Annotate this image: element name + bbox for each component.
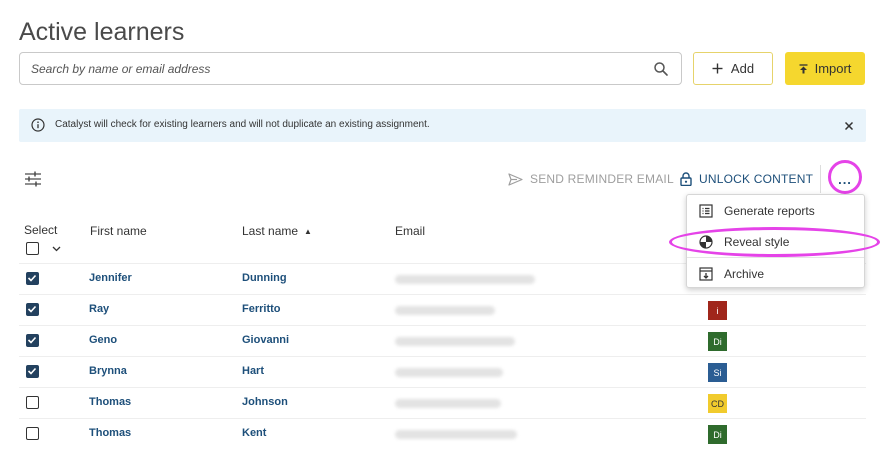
email-redacted xyxy=(395,306,495,315)
select-all-checkbox[interactable] xyxy=(26,242,39,255)
first-name-link[interactable]: Jennifer xyxy=(89,272,132,284)
email-column-header[interactable]: Email xyxy=(395,224,425,238)
page-title: Active learners xyxy=(19,18,185,46)
unlock-content-label: UNLOCK CONTENT xyxy=(699,172,814,186)
first-name-column-header[interactable]: First name xyxy=(90,224,147,238)
row-checkbox[interactable] xyxy=(26,272,39,285)
import-button-label: Import xyxy=(814,61,852,76)
email-redacted xyxy=(395,430,517,439)
info-banner: Catalyst will check for existing learner… xyxy=(19,109,866,142)
menu-item-label: Archive xyxy=(724,266,765,281)
send-reminder-email-button[interactable]: SEND REMINDER EMAIL xyxy=(508,172,674,186)
more-options-highlight xyxy=(828,160,862,194)
email-redacted xyxy=(395,337,515,346)
table-row[interactable]: Brynna Hart Si xyxy=(19,356,866,387)
menu-item-label: Generate reports xyxy=(724,203,815,218)
checkmark-icon xyxy=(27,367,37,375)
last-name-link[interactable]: Kent xyxy=(242,427,266,439)
style-badge: Si xyxy=(708,363,727,382)
search-box[interactable] xyxy=(19,52,682,85)
last-name-link[interactable]: Giovanni xyxy=(242,334,289,346)
chevron-down-icon[interactable] xyxy=(52,244,61,253)
first-name-link[interactable]: Geno xyxy=(89,334,117,346)
toolbar-divider xyxy=(820,165,821,193)
add-button-label: Add xyxy=(730,61,755,76)
add-button[interactable]: Add xyxy=(693,52,773,85)
search-icon[interactable] xyxy=(653,61,669,77)
row-checkbox[interactable] xyxy=(26,303,39,316)
first-name-link[interactable]: Thomas xyxy=(89,396,131,408)
style-badge: CD xyxy=(708,394,727,413)
close-icon[interactable] xyxy=(842,119,856,133)
first-name-link[interactable]: Brynna xyxy=(89,365,127,377)
last-name-link[interactable]: Johnson xyxy=(242,396,288,408)
checkmark-icon xyxy=(27,336,37,344)
table-row[interactable]: Ray Ferritto i xyxy=(19,294,866,325)
checkmark-icon xyxy=(27,274,37,282)
import-button[interactable]: Import xyxy=(785,52,865,85)
send-icon xyxy=(508,172,523,186)
send-reminder-email-label: SEND REMINDER EMAIL xyxy=(530,172,674,186)
first-name-link[interactable]: Ray xyxy=(89,303,109,315)
info-icon xyxy=(31,118,45,132)
last-name-column-header[interactable]: Last name ▲ xyxy=(242,224,312,238)
style-badge: Di xyxy=(708,332,727,351)
checkmark-icon xyxy=(27,305,37,313)
search-input[interactable] xyxy=(29,54,629,83)
info-banner-text: Catalyst will check for existing learner… xyxy=(55,119,430,130)
table-row[interactable]: Thomas Johnson CD xyxy=(19,387,866,418)
first-name-link[interactable]: Thomas xyxy=(89,427,131,439)
style-badge: Di xyxy=(708,425,727,444)
reveal-style-highlight xyxy=(669,227,880,257)
email-redacted xyxy=(395,399,501,408)
unlock-content-button[interactable]: UNLOCK CONTENT xyxy=(680,172,813,186)
row-checkbox[interactable] xyxy=(26,427,39,440)
archive-icon xyxy=(699,266,713,281)
style-badge: i xyxy=(708,301,727,320)
plus-icon xyxy=(712,63,723,74)
filter-settings-icon[interactable] xyxy=(24,171,42,187)
email-redacted xyxy=(395,368,503,377)
menu-item-archive[interactable]: Archive xyxy=(687,258,864,289)
email-redacted xyxy=(395,275,535,284)
report-list-icon xyxy=(699,203,713,218)
table-row[interactable]: Thomas Kent Di xyxy=(19,418,866,449)
sort-ascending-icon: ▲ xyxy=(304,226,312,236)
row-checkbox[interactable] xyxy=(26,334,39,347)
menu-item-generate-reports[interactable]: Generate reports xyxy=(687,195,864,226)
lock-icon xyxy=(680,172,692,186)
row-checkbox[interactable] xyxy=(26,396,39,409)
last-name-link[interactable]: Dunning xyxy=(242,272,287,284)
upload-icon xyxy=(799,63,808,73)
last-name-header-label: Last name xyxy=(242,224,299,238)
last-name-link[interactable]: Hart xyxy=(242,365,264,377)
row-checkbox[interactable] xyxy=(26,365,39,378)
select-column-header: Select xyxy=(24,223,58,237)
last-name-link[interactable]: Ferritto xyxy=(242,303,281,315)
table-row[interactable]: Geno Giovanni Di xyxy=(19,325,866,356)
